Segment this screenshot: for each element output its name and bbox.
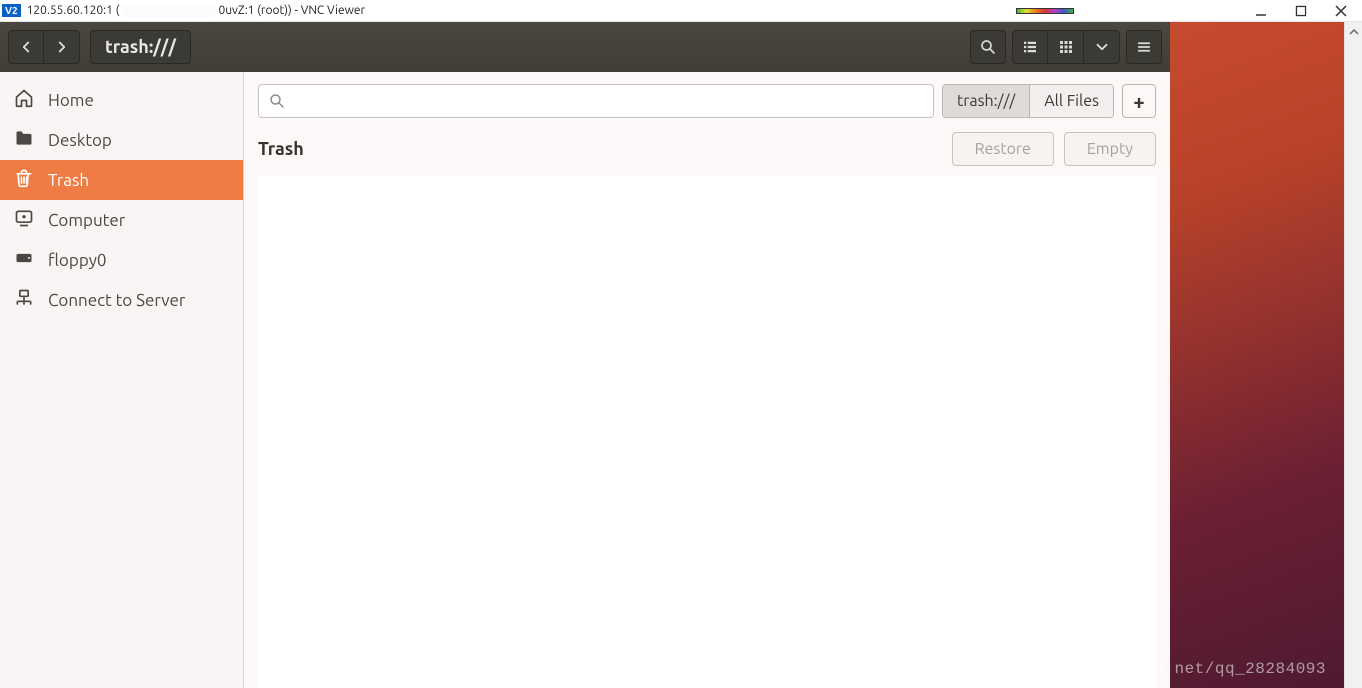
computer-icon bbox=[14, 208, 34, 232]
vnc-quality-indicator bbox=[1016, 8, 1074, 14]
maximize-button[interactable] bbox=[1294, 4, 1308, 18]
restore-button[interactable]: Restore bbox=[952, 132, 1054, 166]
sidebar-item-trash[interactable]: Trash bbox=[0, 160, 243, 200]
forward-button[interactable] bbox=[44, 30, 80, 64]
search-filter-segment: trash:/// All Files bbox=[942, 84, 1114, 118]
sidebar-item-home[interactable]: Home bbox=[0, 80, 243, 120]
title-prefix: 120.55.60.120:1 ( bbox=[27, 4, 120, 17]
view-segment bbox=[1012, 30, 1120, 64]
sidebar-item-label: Trash bbox=[48, 171, 89, 190]
file-manager-window: trash:/// Home bbox=[0, 22, 1170, 688]
list-view-button[interactable] bbox=[1012, 30, 1048, 64]
search-row: trash:/// All Files + bbox=[258, 84, 1156, 118]
places-sidebar: Home Desktop Trash Computer bbox=[0, 72, 244, 688]
filter-location-button[interactable]: trash:/// bbox=[943, 85, 1029, 117]
network-icon bbox=[14, 288, 34, 312]
sidebar-item-label: Desktop bbox=[48, 131, 112, 150]
sidebar-item-label: floppy0 bbox=[48, 251, 107, 270]
watermark-text: https://blog.csdn.net/qq_28284093 bbox=[993, 660, 1326, 678]
search-input[interactable] bbox=[258, 84, 934, 118]
view-options-button[interactable] bbox=[1084, 30, 1120, 64]
sidebar-item-computer[interactable]: Computer bbox=[0, 200, 243, 240]
title-row: Trash Restore Empty bbox=[258, 132, 1156, 166]
main-pane: trash:/// All Files + Trash Restore Empt… bbox=[244, 72, 1170, 688]
browser-scrollbar[interactable] bbox=[1344, 22, 1362, 688]
sidebar-item-label: Computer bbox=[48, 211, 125, 230]
hamburger-menu-button[interactable] bbox=[1126, 30, 1162, 64]
title-suffix: 0uvZ:1 (root)) - VNC Viewer bbox=[218, 4, 365, 17]
sidebar-item-label: Connect to Server bbox=[48, 291, 185, 310]
empty-button[interactable]: Empty bbox=[1064, 132, 1156, 166]
desktop-background[interactable]: https://blog.csdn.net/qq_28284093 bbox=[1170, 22, 1344, 688]
grid-view-button[interactable] bbox=[1048, 30, 1084, 64]
file-list-area[interactable] bbox=[258, 176, 1156, 688]
toolbar: trash:/// bbox=[0, 22, 1170, 72]
back-button[interactable] bbox=[8, 30, 44, 64]
sidebar-item-connect-server[interactable]: Connect to Server bbox=[0, 280, 243, 320]
sidebar-item-desktop[interactable]: Desktop bbox=[0, 120, 243, 160]
add-filter-button[interactable]: + bbox=[1122, 84, 1156, 118]
folder-icon bbox=[14, 128, 34, 152]
title-redacted bbox=[121, 4, 216, 18]
vnc-badge: V2 bbox=[2, 4, 21, 17]
close-button[interactable] bbox=[1334, 4, 1348, 18]
scroll-up-icon[interactable] bbox=[1348, 24, 1360, 36]
drive-icon bbox=[14, 248, 34, 272]
filter-scope-button[interactable]: All Files bbox=[1029, 85, 1113, 117]
trash-icon bbox=[14, 168, 34, 192]
search-button[interactable] bbox=[970, 30, 1006, 64]
home-icon bbox=[14, 88, 34, 112]
window-title: 120.55.60.120:1 ( 0uvZ:1 (root)) - VNC Vi… bbox=[27, 4, 365, 18]
minimize-button[interactable] bbox=[1254, 4, 1268, 18]
sidebar-item-label: Home bbox=[48, 91, 94, 110]
sidebar-item-floppy[interactable]: floppy0 bbox=[0, 240, 243, 280]
location-bar[interactable]: trash:/// bbox=[90, 30, 191, 64]
search-input-wrap bbox=[258, 84, 934, 118]
vnc-window-titlebar: V2 120.55.60.120:1 ( 0uvZ:1 (root)) - VNC… bbox=[0, 0, 1362, 22]
nav-segment bbox=[8, 30, 80, 64]
search-icon bbox=[268, 92, 286, 114]
page-title: Trash bbox=[258, 139, 304, 159]
